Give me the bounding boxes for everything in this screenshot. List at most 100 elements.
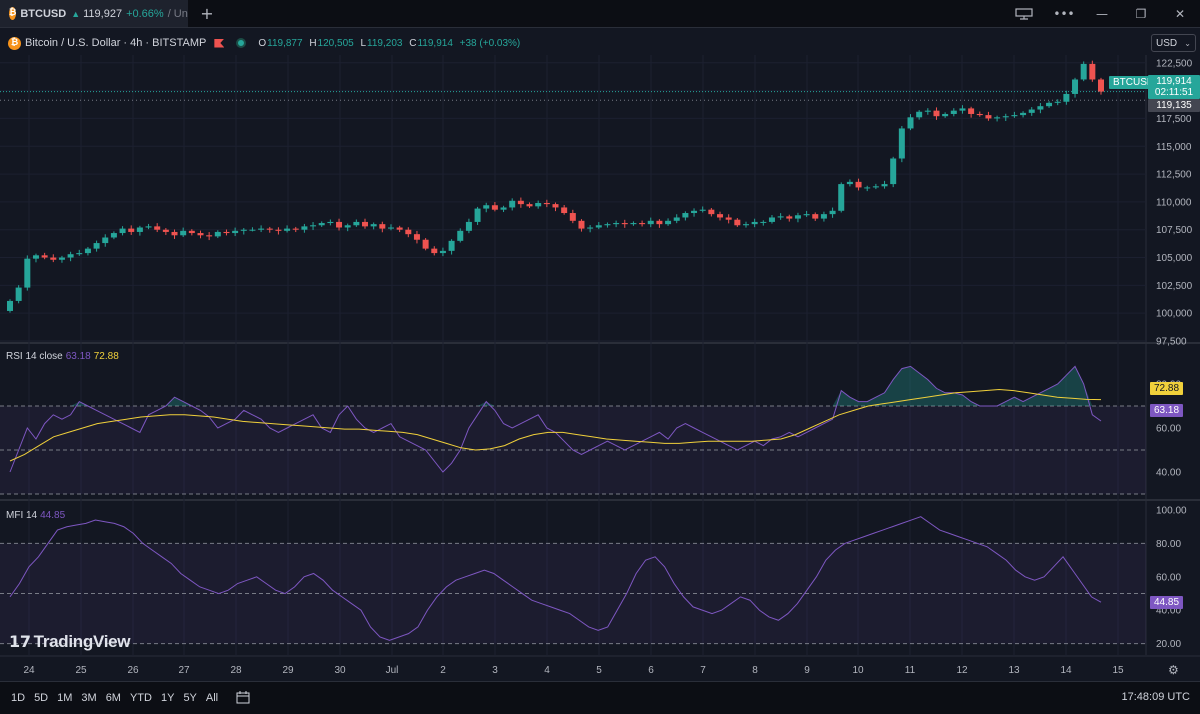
range-button-5y[interactable]: 5Y [183, 692, 196, 704]
mfi-label[interactable]: MFI 14 44.85 [6, 510, 65, 521]
utc-clock[interactable]: 17:48:09 UTC [1122, 691, 1190, 703]
time-tick-label: 29 [282, 665, 294, 676]
chart-canvas[interactable]: 97,500 100,000 102,500 105,000 107,500 110,00… [0, 0, 1200, 681]
candle [509, 200, 516, 208]
range-button-6m[interactable]: 6M [106, 692, 121, 704]
candle [639, 223, 646, 225]
candle [933, 110, 940, 117]
candle [292, 228, 299, 230]
range-button-5d[interactable]: 5D [34, 692, 48, 704]
candle [232, 230, 239, 234]
range-buttons: 1D 5D 1M 3M 6M YTD 1Y 5Y All [2, 692, 218, 704]
candle [829, 210, 836, 215]
candle [526, 204, 533, 207]
candle [647, 220, 654, 225]
candle [803, 214, 810, 216]
candle [439, 250, 446, 254]
time-tick-label: 2 [440, 665, 446, 676]
candle [630, 223, 637, 225]
tradingview-logo-icon: 𝟭𝟳 [9, 632, 31, 651]
candle [1054, 101, 1061, 103]
rsi-label[interactable]: RSI 14 close 63.18 72.88 [6, 351, 119, 362]
candle [916, 111, 923, 118]
candle [838, 184, 845, 211]
time-tick-label: 8 [752, 665, 758, 676]
price-tick-label: 112,500 [1156, 170, 1192, 181]
settings-gear-icon[interactable]: ⚙ [1168, 663, 1179, 677]
range-button-3m[interactable]: 3M [81, 692, 96, 704]
candle [76, 253, 83, 255]
candle [483, 205, 490, 209]
tradingview-watermark: 𝟭𝟳 TradingView [9, 632, 131, 651]
candle [110, 233, 117, 238]
candle [1089, 63, 1096, 80]
candle [864, 187, 871, 189]
candle [881, 184, 888, 187]
time-tick-label: 9 [804, 665, 810, 676]
candle [569, 213, 576, 221]
candle [621, 223, 628, 225]
candle [310, 225, 317, 227]
candle [1037, 106, 1044, 110]
candle [604, 224, 611, 226]
price-tick-label: 107,500 [1156, 225, 1193, 236]
price-tick-label: 105,000 [1156, 253, 1193, 264]
calendar-icon[interactable] [236, 690, 250, 707]
candle [742, 224, 749, 226]
candle [1072, 79, 1079, 94]
time-tick-label: 10 [852, 665, 864, 676]
candle [768, 217, 775, 222]
candle [717, 214, 724, 218]
range-button-1d[interactable]: 1D [11, 692, 25, 704]
mfi-tick-label: 60.00 [1156, 572, 1181, 583]
candle [1063, 93, 1070, 102]
candle [119, 228, 126, 234]
candle [24, 258, 31, 288]
candle [552, 204, 559, 208]
time-tick-label: 28 [230, 665, 242, 676]
price-tick-label: 100,000 [1156, 309, 1193, 320]
candle [387, 227, 394, 229]
candle [734, 219, 741, 226]
candle [405, 229, 412, 235]
candle [7, 300, 13, 311]
time-tick-label: 11 [905, 665, 916, 676]
range-button-all[interactable]: All [206, 692, 218, 704]
candle [474, 208, 481, 222]
range-button-1m[interactable]: 1M [57, 692, 72, 704]
candle [968, 108, 975, 114]
candle [890, 158, 897, 185]
candle [950, 110, 957, 114]
candle [171, 231, 178, 236]
time-tick-label: 14 [1060, 665, 1072, 676]
candle [249, 229, 256, 231]
candle [587, 227, 594, 229]
candle [1080, 63, 1087, 80]
candle [465, 221, 472, 231]
time-tick-label: 30 [334, 665, 346, 676]
candle [32, 255, 39, 259]
candle [396, 227, 403, 230]
range-button-ytd[interactable]: YTD [130, 692, 152, 704]
candle [136, 227, 143, 232]
time-tick-label: 5 [596, 665, 602, 676]
time-tick-label: 6 [648, 665, 654, 676]
candle [413, 234, 420, 240]
candle [751, 221, 758, 225]
candle [1011, 115, 1018, 117]
candle [855, 181, 862, 188]
rsi-value-tag: 63.18 [1150, 404, 1184, 417]
candle [188, 230, 195, 234]
candle [959, 108, 966, 111]
candle [370, 224, 377, 227]
range-button-1y[interactable]: 1Y [161, 692, 174, 704]
candle [907, 117, 914, 129]
time-tick-label: 26 [127, 665, 139, 676]
candle [457, 230, 464, 241]
candle [362, 221, 369, 227]
candle [84, 248, 91, 254]
candle [794, 215, 801, 219]
candle [985, 115, 992, 119]
candle [162, 229, 169, 232]
candle [448, 240, 455, 251]
